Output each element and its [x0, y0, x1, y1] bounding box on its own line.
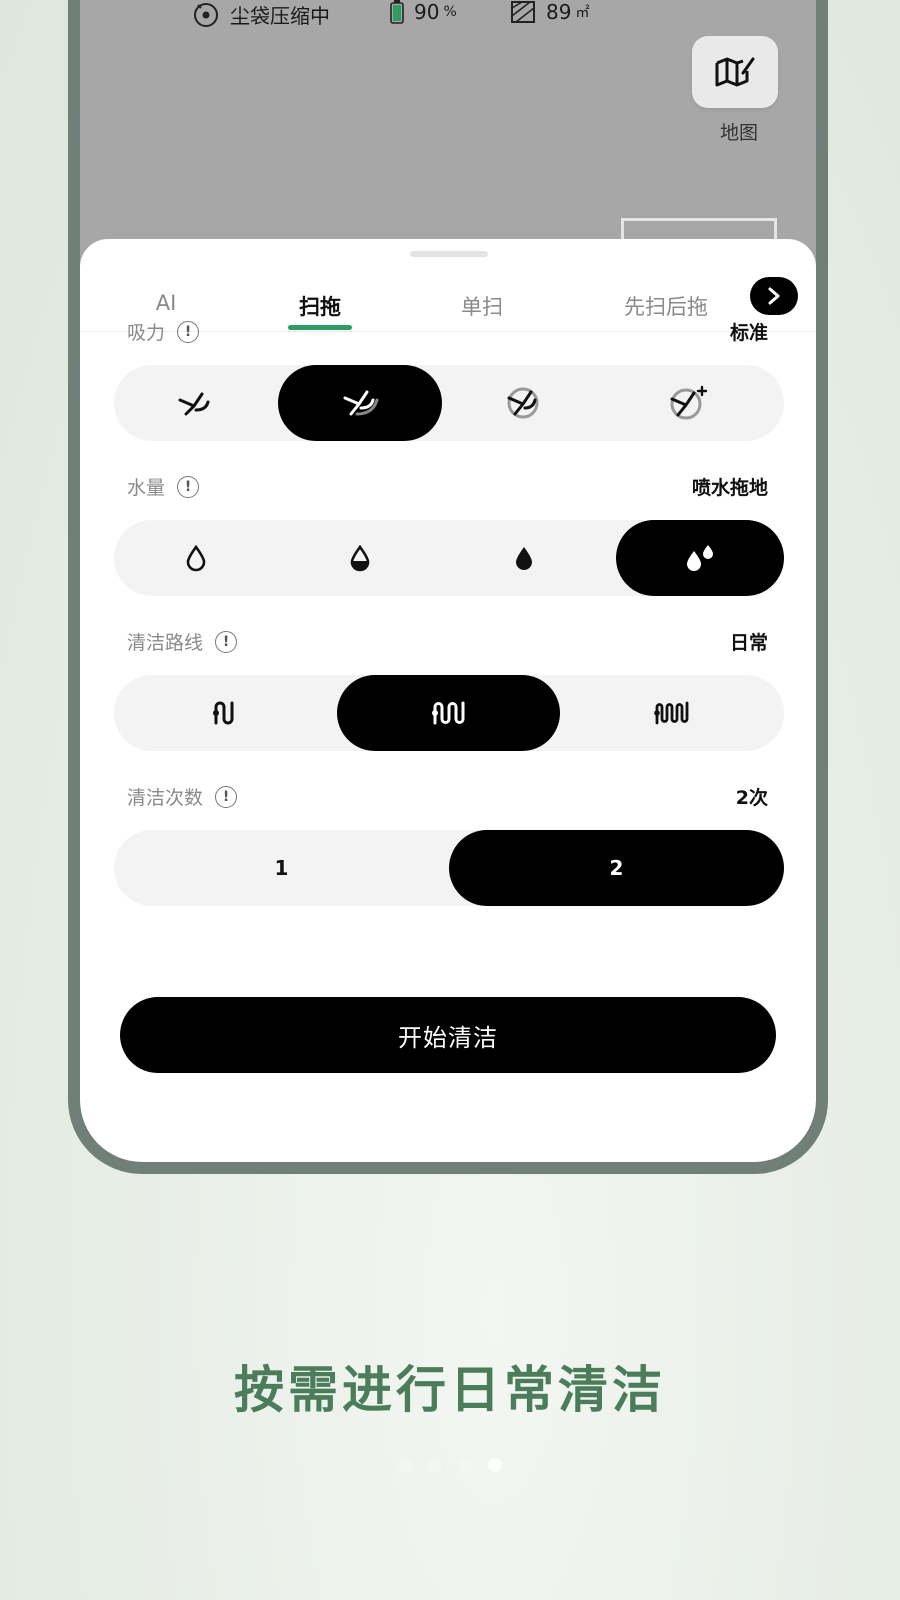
suction-option-max[interactable]	[606, 365, 770, 441]
tabs-next-button[interactable]	[750, 277, 798, 315]
drop-low-icon	[186, 544, 206, 572]
page-dot-1[interactable]	[398, 1458, 412, 1472]
route-selector	[114, 675, 784, 751]
water-value: 喷水拖地	[691, 477, 768, 499]
tab-sweep-only[interactable]: 单扫	[461, 291, 503, 321]
passes-value: 2次	[735, 787, 768, 809]
strong-fan-icon	[507, 387, 539, 419]
start-cleaning-button[interactable]: 开始清洁	[120, 997, 776, 1073]
water-selector	[114, 520, 784, 596]
passes-label-text: 清洁次数	[127, 787, 204, 809]
route-option-fast[interactable]	[114, 675, 337, 751]
suction-label-text: 吸力	[127, 322, 166, 344]
water-option-medium[interactable]	[278, 520, 442, 596]
route-label: 清洁路线 !	[127, 628, 238, 655]
route-option-daily[interactable]	[337, 675, 560, 751]
water-option-low[interactable]	[114, 520, 278, 596]
active-tab-indicator	[288, 325, 352, 330]
suction-info-icon[interactable]: !	[177, 320, 200, 343]
tab-ai[interactable]: AI	[156, 291, 177, 315]
area-status: 89 ㎡	[510, 0, 589, 24]
water-label-text: 水量	[127, 477, 166, 499]
passes-option-1[interactable]: 1	[114, 830, 449, 906]
map-button[interactable]	[692, 36, 778, 108]
drop-medium-icon	[350, 544, 370, 572]
dustbag-status: 尘袋压缩中	[192, 0, 330, 29]
route-value: 日常	[729, 632, 768, 654]
dustbag-text: 尘袋压缩中	[230, 4, 330, 28]
battery-icon	[390, 0, 404, 24]
route-info-icon[interactable]: !	[215, 630, 238, 653]
chevron-right-icon	[768, 287, 780, 305]
water-option-spray[interactable]	[616, 520, 784, 596]
standard-fan-icon	[343, 390, 379, 416]
suction-option-strong[interactable]	[442, 365, 606, 441]
passes-selector: 1 2	[114, 830, 784, 906]
route-option-deep[interactable]	[560, 675, 784, 751]
drop-high-icon	[516, 547, 532, 570]
route-deep-icon	[654, 701, 689, 725]
suction-label: 吸力 !	[127, 318, 200, 345]
battery-value: 90	[414, 0, 440, 24]
page-dot-3[interactable]	[458, 1458, 472, 1472]
dustbag-icon	[194, 2, 218, 27]
spray-drops-icon	[687, 545, 713, 571]
route-label-text: 清洁路线	[127, 632, 204, 654]
route-fast-icon	[212, 701, 233, 725]
app-screen: 尘袋压缩中 90 % 89 ㎡ 地图 AI 扫拖 单扫 先扫后拖 吸力 ! 标准…	[80, 0, 816, 1162]
onboarding-headline: 按需进行日常清洁	[234, 1361, 666, 1419]
suction-value: 标准	[729, 322, 768, 344]
water-label: 水量 !	[127, 473, 200, 500]
sheet-drag-handle[interactable]	[410, 251, 488, 257]
suction-option-quiet[interactable]	[114, 365, 278, 441]
map-edit-icon	[715, 57, 755, 87]
battery-unit: %	[443, 4, 457, 20]
water-option-high[interactable]	[442, 520, 606, 596]
passes-option-2[interactable]: 2	[449, 830, 784, 906]
passes-info-icon[interactable]: !	[215, 785, 238, 808]
page-dot-4[interactable]	[488, 1458, 502, 1472]
suction-selector	[114, 365, 784, 441]
passes-option-1-text: 1	[274, 856, 289, 880]
phone-frame: 尘袋压缩中 90 % 89 ㎡ 地图 AI 扫拖 单扫 先扫后拖 吸力 ! 标准…	[68, 0, 828, 1174]
passes-option-2-text: 2	[609, 856, 624, 880]
tab-sweep-then-mop[interactable]: 先扫后拖	[624, 291, 708, 321]
tab-sweep-mop[interactable]: 扫拖	[299, 291, 341, 321]
page-dot-2[interactable]	[428, 1458, 442, 1472]
passes-label: 清洁次数 !	[127, 783, 238, 810]
area-icon	[511, 1, 535, 23]
area-value: 89	[546, 0, 572, 24]
max-plus-fan-icon	[670, 385, 708, 420]
quiet-fan-icon	[178, 392, 210, 416]
battery-status: 90 %	[390, 0, 457, 24]
water-info-icon[interactable]: !	[177, 475, 200, 498]
device-status-bar: 尘袋压缩中 90 % 89 ㎡	[80, 0, 816, 36]
suction-option-standard[interactable]	[278, 365, 442, 441]
area-unit: ㎡	[575, 5, 590, 21]
page-indicator	[398, 1458, 502, 1472]
clean-settings-sheet: AI 扫拖 单扫 先扫后拖 吸力 ! 标准 水量 ! 喷水拖地 清洁路线 ! 日…	[80, 239, 816, 1162]
map-button-label: 地图	[719, 122, 758, 144]
route-daily-icon	[431, 701, 464, 725]
